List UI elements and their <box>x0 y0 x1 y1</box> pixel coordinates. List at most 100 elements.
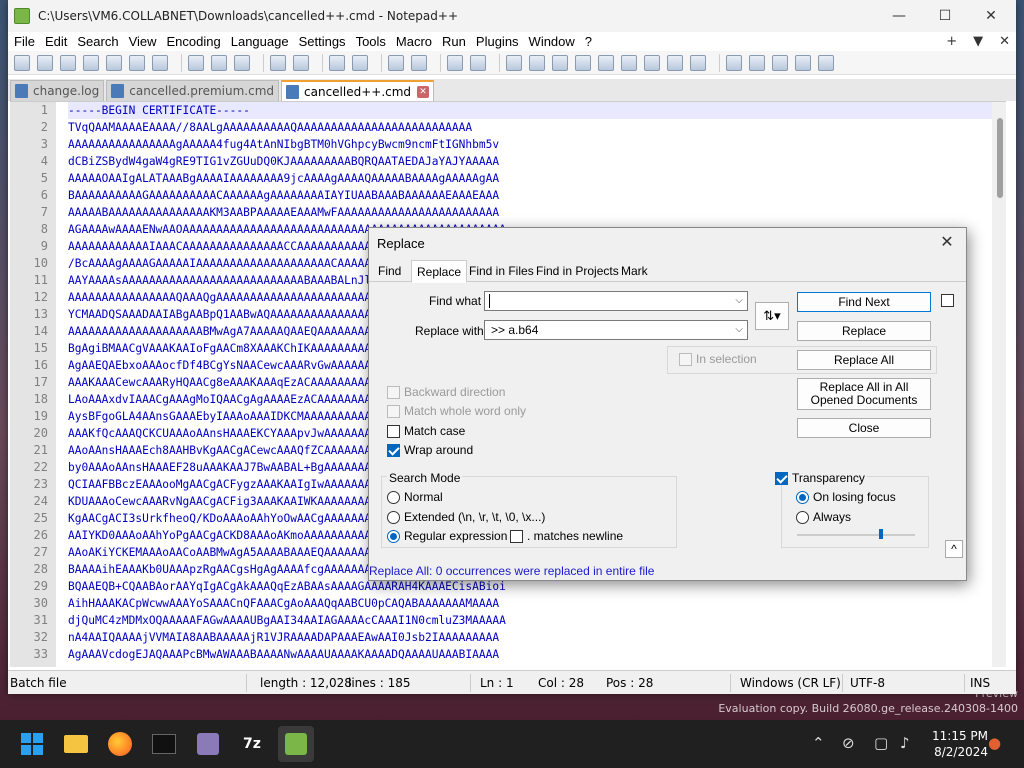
terminal-icon[interactable] <box>146 726 182 762</box>
transparency-slider-thumb[interactable] <box>879 529 883 539</box>
notification-bell-icon[interactable]: ● <box>988 734 1001 752</box>
function-list-icon[interactable] <box>644 54 660 71</box>
code-line[interactable]: AAAAAAAAAAAAAAAAgAAAAA4fug4AtAnNIbgBTM0h… <box>68 136 992 153</box>
regex-radio[interactable]: Regular expression <box>387 529 507 543</box>
code-line[interactable]: BAAAAAAAAAAGAAAAAAAAAACAAAAAAgAAAAAAAAIA… <box>68 187 992 204</box>
menu-language[interactable]: Language <box>229 34 297 49</box>
menu-window[interactable]: Window <box>527 34 583 49</box>
doc-list-icon[interactable] <box>621 54 637 71</box>
close-icon[interactable]: ✕ <box>417 85 430 98</box>
close-button[interactable]: Close <box>797 418 931 438</box>
play-macro-icon[interactable] <box>772 54 788 71</box>
file-explorer-icon[interactable] <box>58 726 94 762</box>
always-radio[interactable]: Always <box>796 510 851 524</box>
chevron-up-icon[interactable]: ⌃ <box>812 734 825 752</box>
tab-find-in-files[interactable]: Find in Files <box>464 262 539 282</box>
tab-change-log[interactable]: change.log <box>10 80 105 101</box>
tab-cancelled-plusplus[interactable]: cancelled++.cmd ✕ <box>281 80 435 101</box>
menu-encoding[interactable]: Encoding <box>165 34 229 49</box>
code-line[interactable]: -----BEGIN CERTIFICATE----- <box>68 102 992 119</box>
extended-radio[interactable]: Extended (\n, \r, \t, \0, \x...) <box>387 510 545 524</box>
app-icon[interactable] <box>190 726 226 762</box>
undo-icon[interactable] <box>270 54 286 71</box>
match-whole-word-checkbox[interactable]: Match whole word only <box>387 404 526 418</box>
new-file-icon[interactable] <box>14 54 30 71</box>
wrap-around-checkbox[interactable]: Wrap around <box>387 443 473 457</box>
new-tab-icon[interactable]: + <box>946 34 957 49</box>
menu-help[interactable]: ? <box>583 34 600 49</box>
tab-replace[interactable]: Replace <box>411 260 468 283</box>
menu-view[interactable]: View <box>127 34 165 49</box>
start-icon[interactable] <box>14 726 50 762</box>
record-macro-icon[interactable] <box>726 54 742 71</box>
close-tab-icon[interactable]: ✕ <box>999 34 1010 49</box>
tab-find[interactable]: Find <box>373 262 406 282</box>
tab-list-icon[interactable]: ▼ <box>973 34 983 49</box>
normal-radio[interactable]: Normal <box>387 490 443 504</box>
stop-macro-icon[interactable] <box>749 54 765 71</box>
chevron-down-icon[interactable]: ⌵ <box>735 292 743 310</box>
zoom-in-icon[interactable] <box>388 54 404 71</box>
run-macro-multiple-icon[interactable] <box>795 54 811 71</box>
zoom-out-icon[interactable] <box>411 54 427 71</box>
in-selection-checkbox[interactable]: In selection <box>679 352 757 366</box>
transparency-slider[interactable] <box>797 534 915 536</box>
menu-macro[interactable]: Macro <box>394 34 440 49</box>
chevron-down-icon[interactable]: ⌵ <box>735 321 743 339</box>
save-all-icon[interactable] <box>83 54 99 71</box>
backward-direction-checkbox[interactable]: Backward direction <box>387 385 505 399</box>
find-icon[interactable] <box>329 54 345 71</box>
7zip-icon[interactable]: 7z <box>234 726 270 762</box>
cut-icon[interactable] <box>188 54 204 71</box>
indent-guide-icon[interactable] <box>552 54 568 71</box>
doc-map-icon[interactable] <box>598 54 614 71</box>
replace-all-opened-button[interactable]: Replace All in All Opened Documents <box>797 378 931 410</box>
tab-mark[interactable]: Mark <box>616 262 653 282</box>
on-losing-focus-radio[interactable]: On losing focus <box>796 490 896 504</box>
close-file-icon[interactable] <box>106 54 122 71</box>
volume-icon[interactable]: ♪ <box>900 734 910 752</box>
code-line[interactable]: AAAAAOAAIgALATAAABgAAAAIAAAAAAAA9jcAAAAg… <box>68 170 992 187</box>
minimize-button[interactable]: — <box>876 0 922 32</box>
redo-icon[interactable] <box>293 54 309 71</box>
close-window-button[interactable]: ✕ <box>968 0 1014 32</box>
menu-settings[interactable]: Settings <box>297 34 354 49</box>
replace-all-button[interactable]: Replace All <box>797 350 931 370</box>
replace-button[interactable]: Replace <box>797 321 931 341</box>
monitoring-icon[interactable] <box>690 54 706 71</box>
tab-find-in-projects[interactable]: Find in Projects <box>531 262 624 282</box>
word-wrap-icon[interactable] <box>506 54 522 71</box>
match-case-checkbox[interactable]: Match case <box>387 424 465 438</box>
replace-icon[interactable] <box>352 54 368 71</box>
folder-workspace-icon[interactable] <box>667 54 683 71</box>
code-line[interactable]: AAAAABAAAAAAAAAAAAAAAKM3AABPAAAAAEAAAMwF… <box>68 204 992 221</box>
transparency-checkbox[interactable]: Transparency <box>775 471 867 485</box>
title-bar[interactable]: C:\Users\VM6.COLLABNET\Downloads\cancell… <box>8 0 1016 32</box>
clock[interactable]: 11:15 PM 8/2/2024 <box>932 728 988 760</box>
save-icon[interactable] <box>60 54 76 71</box>
menu-run[interactable]: Run <box>440 34 474 49</box>
copy-icon[interactable] <box>211 54 227 71</box>
code-line[interactable]: AihHAAAKACpWcwwAAAYoSAAACnQFAAACgAoAAAQq… <box>68 595 992 612</box>
notepadpp-taskbar-icon[interactable] <box>278 726 314 762</box>
paste-icon[interactable] <box>234 54 250 71</box>
scrollbar-thumb[interactable] <box>997 118 1003 198</box>
save-macro-icon[interactable] <box>818 54 834 71</box>
network-icon[interactable]: ⊘ <box>842 734 855 752</box>
code-line[interactable]: AgAAAVcdogEJAQAAAPcBMwAWAAABAAAANwAAAAUA… <box>68 646 992 663</box>
menu-plugins[interactable]: Plugins <box>474 34 527 49</box>
maximize-button[interactable]: ☐ <box>922 0 968 32</box>
open-file-icon[interactable] <box>37 54 53 71</box>
code-line[interactable]: dCBiZSBydW4gaW4gRE9TIG1vZGUuDQ0KJAAAAAAA… <box>68 153 992 170</box>
sync-vertical-icon[interactable] <box>447 54 463 71</box>
menu-edit[interactable]: Edit <box>43 34 75 49</box>
close-all-icon[interactable] <box>129 54 145 71</box>
tab-cancelled-premium[interactable]: cancelled.premium.cmd <box>106 80 280 101</box>
menu-tools[interactable]: Tools <box>354 34 394 49</box>
menu-search[interactable]: Search <box>75 34 126 49</box>
swap-find-replace-button[interactable]: ⇅▾ <box>755 302 789 330</box>
code-line[interactable]: TVqQAAMAAAAEAAAA//8AALgAAAAAAAAAAQAAAAAA… <box>68 119 992 136</box>
code-line[interactable]: djQuMC4zMDMxOQAAAAAFAGwAAAAUBgAAI34AAIAG… <box>68 612 992 629</box>
find-next-button[interactable]: Find Next <box>797 292 931 312</box>
find-what-input[interactable]: ⌵ <box>484 291 748 311</box>
